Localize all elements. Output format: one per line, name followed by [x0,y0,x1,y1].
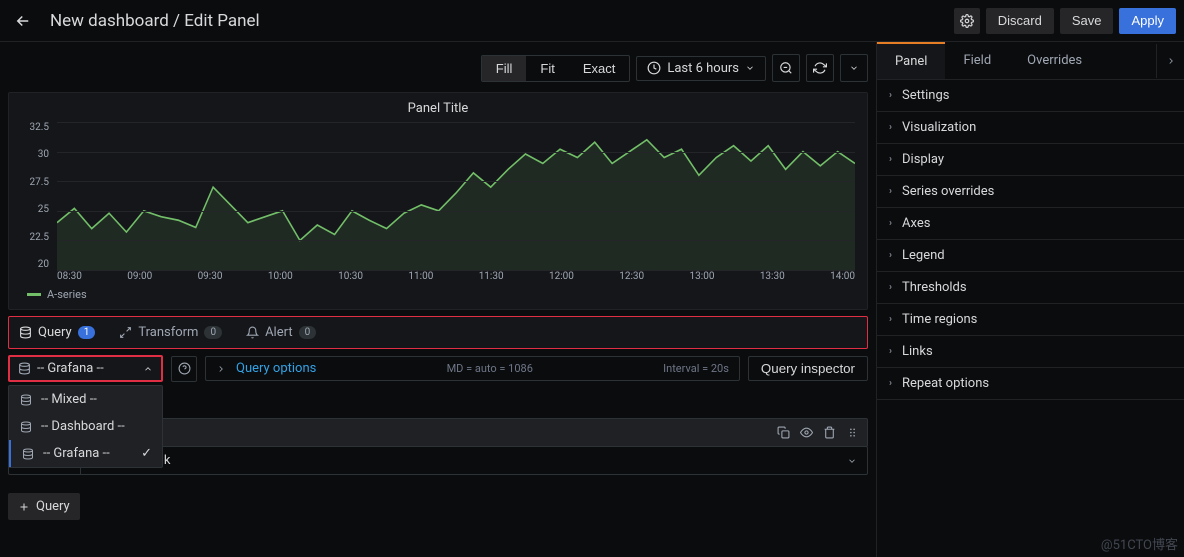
query-options-label: Query options [236,361,316,376]
chart[interactable]: 32.53027.52522.520 08:3009:0009:3010:001… [17,122,859,282]
chevron-down-icon [847,456,857,466]
tab-transform[interactable]: Transform 0 [119,325,222,340]
option-repeat-options[interactable]: ›Repeat options [877,368,1184,400]
tab-query[interactable]: Query 1 [19,325,95,340]
plus-icon [18,501,30,513]
discard-button[interactable]: Discard [986,8,1054,34]
option-display[interactable]: ›Display [877,144,1184,176]
query-meta-md: MD = auto = 1086 [447,362,533,375]
option-time-regions[interactable]: ›Time regions [877,304,1184,336]
datasource-option[interactable]: -- Grafana --✓ [9,440,162,467]
legend-swatch [27,293,41,296]
option-axes[interactable]: ›Axes [877,208,1184,240]
query-inspector-button[interactable]: Query inspector [748,356,868,381]
add-query-button[interactable]: Query [8,493,80,520]
apply-button[interactable]: Apply [1119,8,1176,34]
refresh-interval-button[interactable] [840,54,868,82]
refresh-button[interactable] [806,54,834,82]
trash-icon[interactable] [823,426,836,439]
option-thresholds[interactable]: ›Thresholds [877,272,1184,304]
option-series-overrides[interactable]: ›Series overrides [877,176,1184,208]
chevron-right-icon [1166,56,1176,66]
query-tabs: Query 1 Transform 0 Alert 0 [8,316,868,349]
time-range-picker[interactable]: Last 6 hours [636,56,766,81]
watermark: @51CTO博客 [1101,534,1178,553]
page-title: New dashboard / Edit Panel [50,11,260,31]
settings-gear-button[interactable] [954,8,980,34]
chevron-up-icon [143,364,153,374]
fit-button[interactable]: Fit [526,56,568,81]
panel-title: Panel Title [17,101,859,116]
right-tabs: Panel Field Overrides [877,42,1184,80]
tab-overrides[interactable]: Overrides [1009,43,1100,78]
option-visualization[interactable]: ›Visualization [877,112,1184,144]
option-legend[interactable]: ›Legend [877,240,1184,272]
time-range-label: Last 6 hours [667,61,739,76]
clipboard-icon[interactable] [777,426,790,439]
legend-label: A-series [47,288,87,301]
zoom-out-button[interactable] [772,54,800,82]
question-icon [178,362,191,375]
clock-icon [647,61,661,75]
view-mode-group: Fill Fit Exact [481,55,631,82]
database-icon [18,362,31,375]
datasource-help-button[interactable] [171,356,197,382]
query-count-badge: 1 [78,326,96,339]
datasource-select[interactable]: -- Grafana -- [8,355,163,382]
tab-alert[interactable]: Alert 0 [246,325,316,340]
database-icon [19,326,32,339]
fill-button[interactable]: Fill [482,56,527,81]
datasource-option[interactable]: -- Dashboard -- [9,413,162,440]
alert-count-badge: 0 [299,326,317,339]
eye-icon[interactable] [800,426,813,439]
bell-icon [246,326,259,339]
panel-card: Panel Title 32.53027.52522.520 08:3009:0… [8,92,868,310]
query-options-bar[interactable]: Query options MD = auto = 1086 Interval … [205,356,740,381]
chart-legend[interactable]: A-series [17,288,859,301]
tab-field[interactable]: Field [945,43,1009,78]
back-button[interactable] [8,6,38,36]
chevron-down-icon [745,63,755,73]
transform-count-badge: 0 [204,326,222,339]
transform-icon [119,326,132,339]
datasource-dropdown: -- Mixed ---- Dashboard ---- Grafana --✓ [8,385,163,468]
expand-panel-button[interactable] [1156,44,1184,78]
option-settings[interactable]: ›Settings [877,80,1184,112]
query-meta-interval: Interval = 20s [663,362,729,375]
chevron-right-icon [216,364,226,374]
scenario-select[interactable]: Random Walk [81,447,867,474]
datasource-option[interactable]: -- Mixed -- [9,386,162,413]
tab-panel[interactable]: Panel [877,42,945,79]
exact-button[interactable]: Exact [569,56,630,81]
save-button[interactable]: Save [1060,8,1114,34]
drag-icon[interactable] [846,426,859,439]
option-links[interactable]: ›Links [877,336,1184,368]
datasource-selected: -- Grafana -- [37,361,104,376]
